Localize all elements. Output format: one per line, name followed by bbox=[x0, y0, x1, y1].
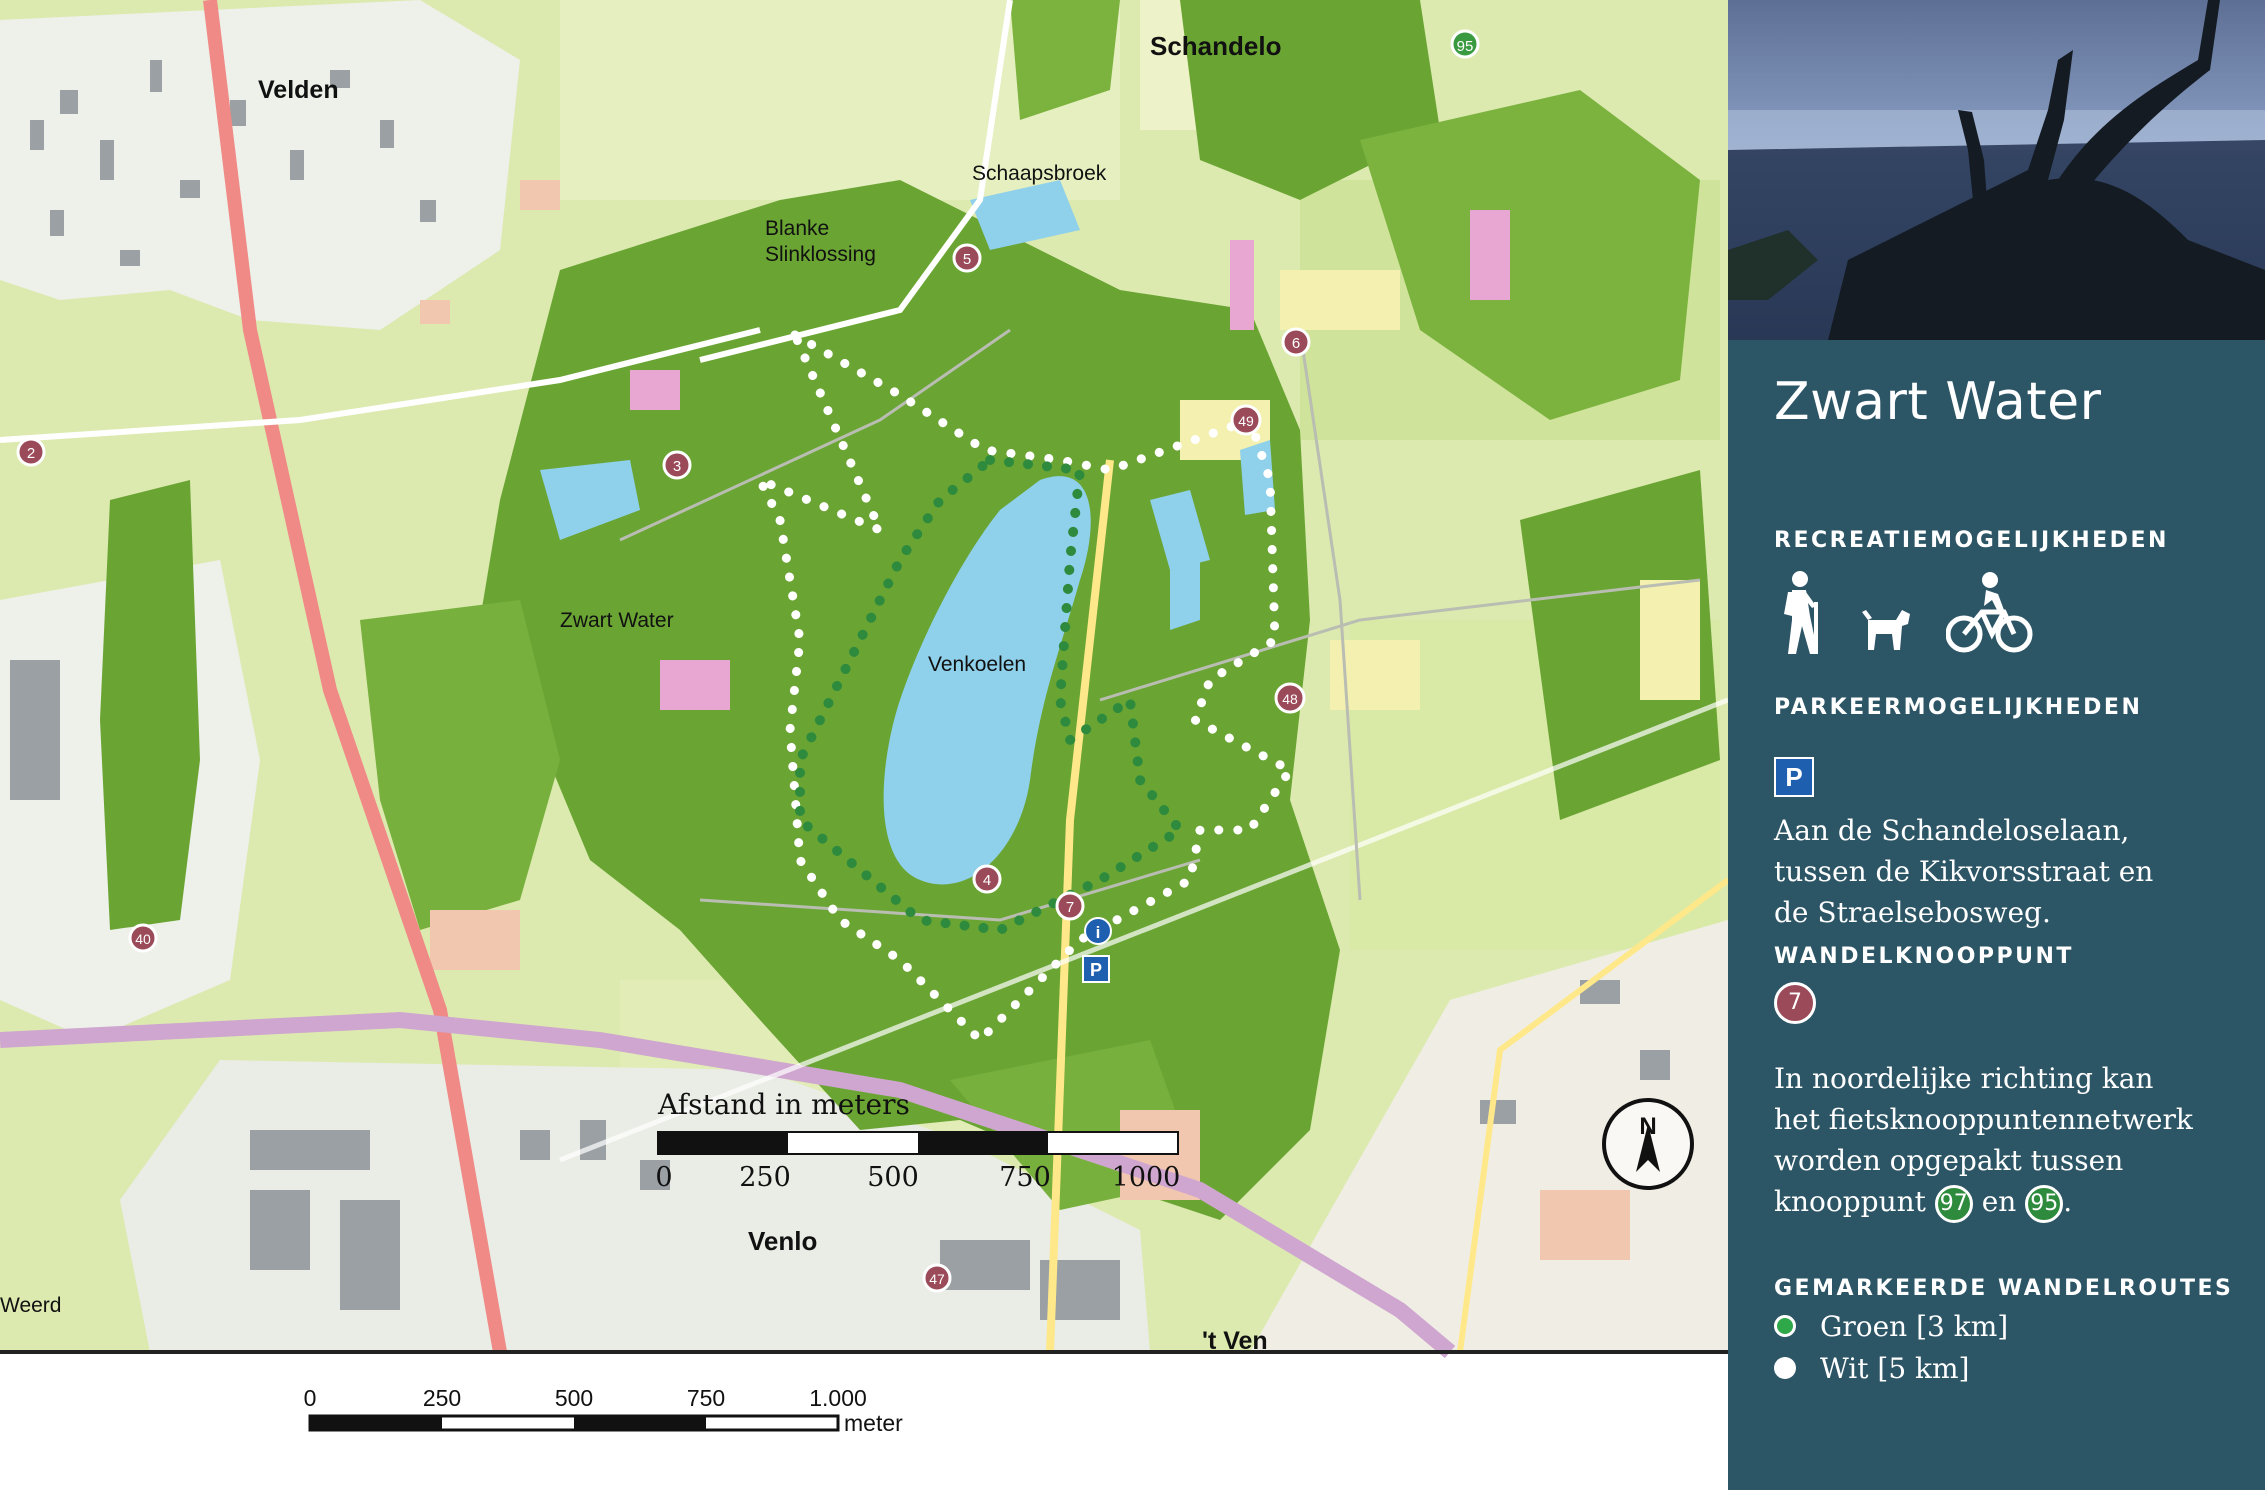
label-weerd: Weerd bbox=[0, 1294, 61, 1317]
svg-text:P: P bbox=[1090, 960, 1102, 980]
svg-text:2: 2 bbox=[27, 445, 35, 462]
walking-node-badge: 7 bbox=[1774, 982, 1816, 1024]
landscape-photo bbox=[1728, 0, 2265, 340]
svg-text:i: i bbox=[1096, 923, 1101, 942]
junction-node-5[interactable]: 5 bbox=[952, 243, 982, 273]
parking-line: tussen de Kikvorsstraat en bbox=[1774, 855, 2154, 888]
green-dot-icon bbox=[1774, 1314, 1796, 1337]
cycling-line: worden opgepakt tussen bbox=[1774, 1144, 2124, 1177]
parking-line: Aan de Schandeloselaan, bbox=[1774, 814, 2130, 847]
label-schandelo: Schandelo bbox=[1150, 31, 1281, 61]
label-zwart-water: Zwart Water bbox=[560, 609, 674, 632]
junction-node-47[interactable]: 47 bbox=[922, 1263, 952, 1293]
cycling-prefix: knooppunt bbox=[1774, 1185, 1926, 1218]
hiker-icon bbox=[1784, 571, 1818, 654]
inner-scale-tick-750: 750 bbox=[999, 1162, 1051, 1193]
junction-node-49[interactable]: 49 bbox=[1230, 404, 1262, 436]
bottom-scale-tick-750: 750 bbox=[687, 1385, 725, 1411]
parking-line: de Straelsebosweg. bbox=[1774, 896, 2051, 929]
junction-node-48[interactable]: 48 bbox=[1274, 682, 1306, 714]
info-marker[interactable]: i bbox=[1084, 917, 1112, 945]
bottom-scale-unit: meter bbox=[844, 1410, 903, 1436]
parking-heading: PARKEERMOGELIJKHEDEN bbox=[1774, 695, 2143, 720]
parking-icon: P bbox=[1774, 757, 1814, 797]
junction-node-95[interactable]: 95 bbox=[1450, 29, 1480, 59]
cycling-end: . bbox=[2063, 1185, 2073, 1218]
routes-heading: GEMARKEERDE WANDELROUTES bbox=[1774, 1276, 2234, 1301]
label-velden: Velden bbox=[258, 76, 339, 104]
junction-node-4[interactable]: 4 bbox=[972, 864, 1002, 894]
cycling-line: In noordelijke richting kan bbox=[1774, 1062, 2154, 1095]
inner-scale-tick-1000: 1000 bbox=[1112, 1162, 1181, 1193]
svg-text:47: 47 bbox=[929, 1271, 945, 1287]
inner-scale-tick-0: 0 bbox=[655, 1162, 672, 1193]
svg-text:48: 48 bbox=[1282, 691, 1298, 707]
cycling-line: het fietsknooppuntennetwerk bbox=[1774, 1103, 2193, 1136]
bottom-scale-tick-250: 250 bbox=[423, 1385, 461, 1411]
town-velden bbox=[0, 0, 520, 330]
legend-row-groen: Groen [3 km] bbox=[1774, 1310, 2008, 1343]
info-panel: Zwart Water RECREATIEMOGELIJKHEDEN PARKE… bbox=[1728, 0, 2265, 1490]
junction-node-2[interactable]: 2 bbox=[16, 437, 46, 467]
svg-text:6: 6 bbox=[1292, 335, 1300, 352]
cycle-node-95: 95 bbox=[2025, 1184, 2064, 1223]
junction-node-3[interactable]: 3 bbox=[662, 450, 692, 480]
parking-marker[interactable]: P bbox=[1082, 955, 1110, 983]
label-slinklossing: Slinklossing bbox=[765, 243, 876, 266]
dog-icon bbox=[1862, 610, 1910, 650]
inner-scale-tick-250: 250 bbox=[739, 1162, 791, 1193]
cycle-node-97: 97 bbox=[1934, 1184, 1973, 1223]
legend-row-wit: Wit [5 km] bbox=[1774, 1352, 1969, 1385]
label-venlo: Venlo bbox=[748, 1226, 817, 1256]
svg-text:95: 95 bbox=[1457, 38, 1474, 55]
svg-text:5: 5 bbox=[963, 251, 971, 268]
label-venkoelen: Venkoelen bbox=[928, 653, 1026, 676]
walking-node-heading: WANDELKNOOPPUNT bbox=[1774, 944, 2074, 969]
bicycle-icon bbox=[1946, 572, 2033, 653]
cycling-text: In noordelijke richting kan het fietskno… bbox=[1774, 1058, 2244, 1223]
cycling-connector: en bbox=[1981, 1185, 2017, 1218]
inner-scale-tick-500: 500 bbox=[867, 1162, 919, 1193]
svg-text:49: 49 bbox=[1238, 413, 1254, 429]
parking-text: Aan de Schandeloselaan, tussen de Kikvor… bbox=[1774, 810, 2244, 933]
bottom-scale-bar: 0 250 500 750 1.000 meter bbox=[304, 1385, 904, 1436]
bottom-scale-tick-500: 500 bbox=[555, 1385, 593, 1411]
map[interactable]: Schandelo Velden Schaapsbroek Blanke Sli… bbox=[0, 0, 1728, 1490]
junction-node-6[interactable]: 6 bbox=[1281, 327, 1311, 357]
svg-text:40: 40 bbox=[135, 931, 151, 947]
white-dot-icon bbox=[1774, 1356, 1796, 1379]
svg-text:3: 3 bbox=[673, 458, 681, 475]
legend-label-wit: Wit [5 km] bbox=[1820, 1352, 1970, 1385]
bottom-scale-tick-1000: 1.000 bbox=[809, 1385, 867, 1411]
recreation-heading: RECREATIEMOGELIJKHEDEN bbox=[1774, 528, 2169, 553]
forest-west bbox=[100, 480, 200, 930]
legend-label-groen: Groen [3 km] bbox=[1820, 1310, 2009, 1343]
north-arrow: N bbox=[1602, 1098, 1694, 1190]
junction-node-40[interactable]: 40 bbox=[128, 923, 158, 953]
label-blanke: Blanke bbox=[765, 217, 829, 240]
panel-title: Zwart Water bbox=[1774, 372, 2102, 432]
north-label: N bbox=[1639, 1113, 1656, 1140]
svg-text:7: 7 bbox=[1066, 899, 1074, 916]
svg-text:4: 4 bbox=[983, 872, 991, 889]
junction-node-7[interactable]: 7 bbox=[1055, 891, 1085, 921]
label-schaapsbroek: Schaapsbroek bbox=[972, 162, 1107, 185]
cycling-line-last: knooppunt 97 en 95. bbox=[1774, 1181, 2244, 1223]
inner-scale-title: Afstand in meters bbox=[657, 1088, 910, 1121]
bottom-scale-tick-0: 0 bbox=[304, 1385, 317, 1411]
